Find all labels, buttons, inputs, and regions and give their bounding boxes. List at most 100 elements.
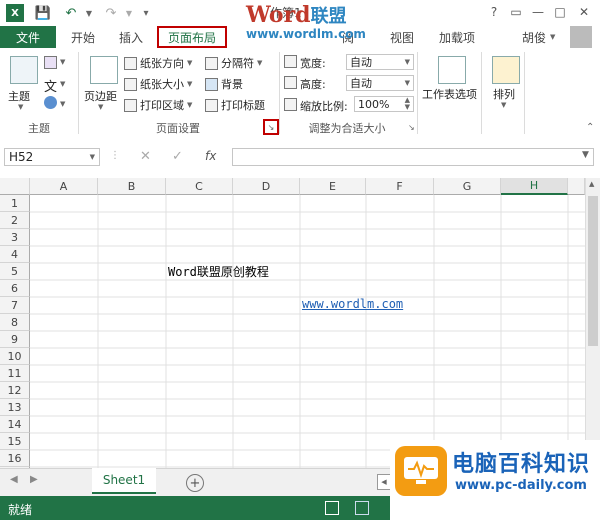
theme-colors-dropdown-icon[interactable]: ▼ (60, 58, 65, 66)
width-label: 宽度: (300, 57, 326, 70)
print-area-button[interactable]: 打印区域 ▼ (124, 96, 192, 114)
logo-url: www.pc-daily.com (455, 478, 587, 493)
enter-icon[interactable]: ✓ (172, 149, 183, 164)
name-box[interactable]: H52 ▼ (4, 148, 100, 166)
theme-effects-dropdown-icon[interactable]: ▼ (60, 100, 65, 108)
scale-spinner[interactable]: 100% ▲ ▼ (354, 96, 414, 112)
page-layout-view-icon[interactable] (355, 501, 369, 515)
themes-icon[interactable] (10, 56, 38, 84)
help-icon[interactable]: ? (485, 3, 503, 21)
row-header[interactable]: 11 (0, 365, 30, 382)
undo-icon[interactable]: ↶ (60, 4, 82, 22)
sheet-tab-sheet1[interactable]: Sheet1 (92, 468, 156, 494)
row-header[interactable]: 8 (0, 314, 30, 331)
page-setup-dialog-launcher-icon[interactable]: ↘ (263, 119, 279, 135)
print-titles-icon (205, 98, 218, 112)
themes-dropdown-icon[interactable]: ▼ (18, 103, 23, 111)
row-header[interactable]: 5 (0, 263, 30, 280)
formula-input[interactable] (232, 148, 594, 166)
row-header[interactable]: 4 (0, 246, 30, 263)
row-header[interactable]: 7 (0, 297, 30, 314)
vertical-scroll-thumb[interactable] (588, 196, 598, 346)
arrange-button[interactable]: 排列 (493, 86, 515, 102)
column-header-e[interactable]: E (300, 178, 366, 195)
theme-fonts-icon[interactable]: 文 (44, 76, 57, 95)
margins-icon[interactable] (90, 56, 118, 84)
tab-insert[interactable]: 插入 (110, 26, 152, 48)
customize-qat-icon[interactable]: ▾ (140, 4, 152, 22)
breaks-button[interactable]: 分隔符 ▼ (205, 54, 262, 72)
worksheet-grid[interactable]: A B C D E F G H 1 2 3 4 5 6 7 8 9 10 11 … (0, 178, 585, 468)
column-header-b[interactable]: B (98, 178, 166, 195)
row-header[interactable]: 16 (0, 450, 30, 467)
scroll-up-icon[interactable]: ▲ (589, 180, 594, 188)
minimize-icon[interactable]: — (529, 3, 547, 21)
column-header-i[interactable] (568, 178, 585, 195)
theme-colors-icon[interactable] (44, 56, 57, 69)
row-header[interactable]: 3 (0, 229, 30, 246)
avatar[interactable] (570, 26, 592, 48)
sheet-nav-next-icon[interactable]: ▶ (30, 474, 38, 485)
row-header[interactable]: 9 (0, 331, 30, 348)
orientation-button[interactable]: 纸张方向 ▼ (124, 54, 192, 72)
column-header-d[interactable]: D (233, 178, 300, 195)
tab-addins[interactable]: 加载项 (432, 26, 482, 48)
redo-dropdown-icon[interactable]: ▼ (124, 4, 134, 22)
close-icon[interactable]: ✕ (575, 3, 593, 21)
width-select[interactable]: 自动 ▼ (346, 54, 414, 70)
margins-button[interactable]: 页边距 (84, 88, 117, 104)
collapse-ribbon-icon[interactable]: ⌃ (586, 122, 594, 133)
formula-bar-grip-icon[interactable]: ⋮ (110, 150, 120, 161)
scroll-left-icon[interactable]: ◀ (377, 474, 391, 490)
row-header[interactable]: 6 (0, 280, 30, 297)
tab-view[interactable]: 视图 (382, 26, 422, 48)
select-all-corner[interactable] (0, 178, 30, 195)
arrange-icon[interactable] (492, 56, 520, 84)
undo-dropdown-icon[interactable]: ▼ (84, 4, 94, 22)
column-header-a[interactable]: A (30, 178, 98, 195)
theme-fonts-dropdown-icon[interactable]: ▼ (60, 80, 65, 88)
tab-file[interactable]: 文件 (0, 26, 56, 48)
row-header[interactable]: 13 (0, 399, 30, 416)
sheet-options-icon[interactable] (438, 56, 466, 84)
ribbon-display-options-icon[interactable]: ▭ (507, 3, 525, 21)
column-header-g[interactable]: G (434, 178, 501, 195)
cell-c5[interactable]: Word联盟原创教程 (168, 263, 269, 280)
save-icon[interactable]: 💾 (34, 4, 52, 22)
cancel-icon[interactable]: ✕ (140, 149, 151, 164)
expand-formula-bar-icon[interactable]: ▼ (582, 150, 589, 160)
tab-home[interactable]: 开始 (62, 26, 104, 48)
user-account[interactable]: 胡俊 ▼ (522, 26, 555, 48)
background-button[interactable]: 背景 (205, 75, 243, 93)
row-header[interactable]: 12 (0, 382, 30, 399)
scale-dialog-launcher-icon[interactable]: ↘ (408, 123, 415, 132)
print-area-icon (124, 98, 137, 112)
row-header[interactable]: 1 (0, 195, 30, 212)
row-header[interactable]: 2 (0, 212, 30, 229)
arrange-dropdown-icon[interactable]: ▼ (501, 101, 506, 109)
row-header[interactable]: 14 (0, 416, 30, 433)
insert-function-icon[interactable]: fx (205, 149, 216, 163)
column-header-c[interactable]: C (166, 178, 233, 195)
print-titles-button[interactable]: 打印标题 (205, 96, 265, 114)
row-header[interactable]: 15 (0, 433, 30, 450)
vertical-scrollbar[interactable]: ▲ (585, 178, 600, 468)
background-icon (205, 77, 218, 91)
theme-effects-icon[interactable] (44, 96, 57, 109)
row-header[interactable]: 10 (0, 348, 30, 365)
sheet-options-button[interactable]: 工作表选项 (422, 86, 477, 102)
group-label-themes: 主题 (28, 122, 50, 135)
new-sheet-icon[interactable]: + (186, 474, 204, 492)
size-button[interactable]: 纸张大小 ▼ (124, 75, 192, 93)
tab-page-layout[interactable]: 页面布局 (157, 26, 227, 48)
column-header-h[interactable]: H (501, 178, 568, 195)
sheet-nav-prev-icon[interactable]: ◀ (10, 474, 18, 485)
height-select[interactable]: 自动 ▼ (346, 75, 414, 91)
cell-e7-hyperlink[interactable]: www.wordlm.com (302, 297, 403, 311)
normal-view-icon[interactable] (325, 501, 339, 515)
maximize-icon[interactable]: □ (551, 3, 569, 21)
themes-button[interactable]: 主题 (8, 88, 30, 104)
redo-icon[interactable]: ↷ (100, 4, 122, 22)
margins-dropdown-icon[interactable]: ▼ (98, 103, 103, 111)
column-header-f[interactable]: F (366, 178, 434, 195)
